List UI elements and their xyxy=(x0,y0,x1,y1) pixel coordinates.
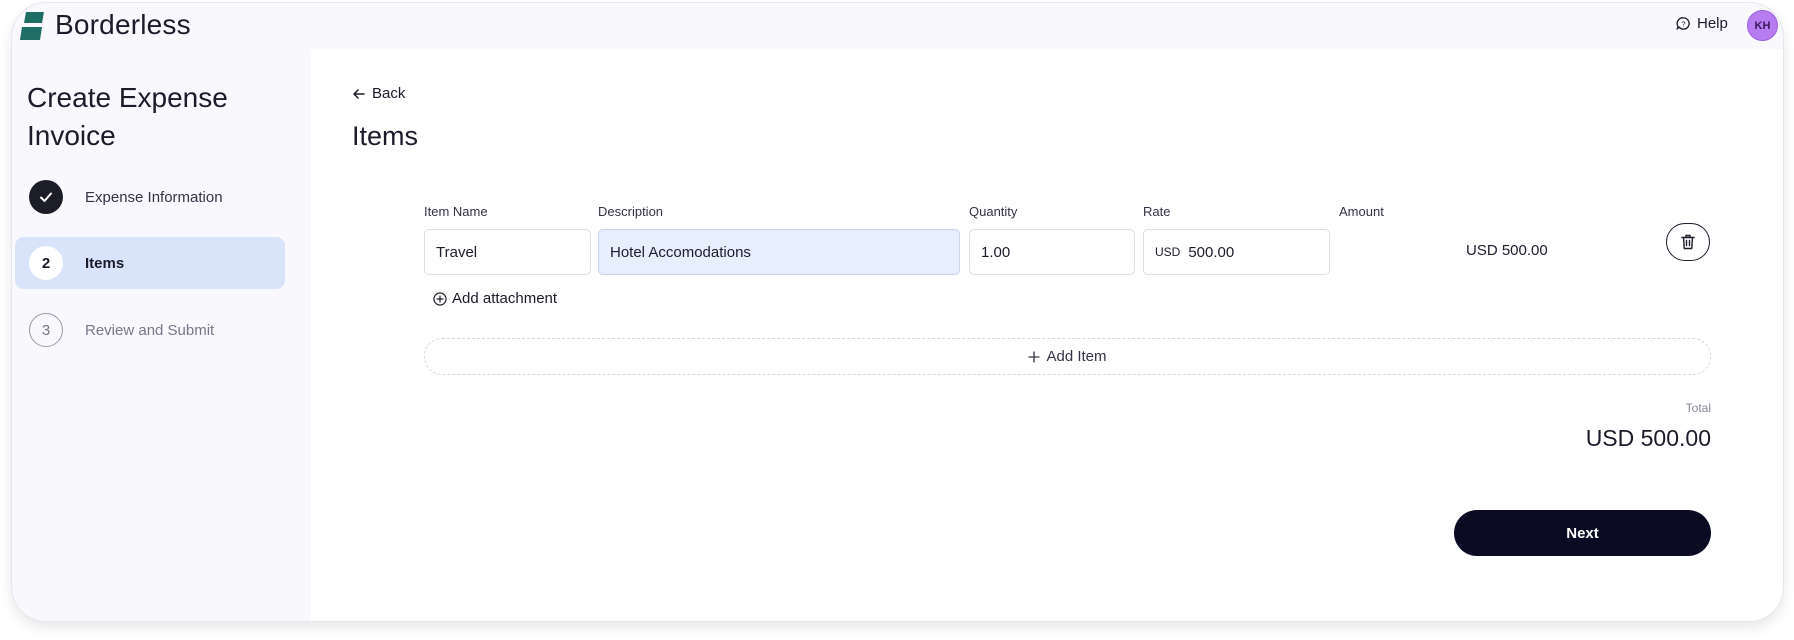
step-items[interactable]: 2 Items xyxy=(15,237,285,289)
arrow-left-icon xyxy=(353,88,365,99)
step-label: Expense Information xyxy=(85,188,223,206)
step-expense-information[interactable]: Expense Information xyxy=(15,171,285,223)
total-label: Total xyxy=(1685,401,1711,415)
delete-item-button[interactable] xyxy=(1666,223,1710,261)
item-name-field[interactable]: Travel xyxy=(424,229,591,275)
help-link[interactable]: ? Help xyxy=(1676,15,1728,32)
step-review-and-submit[interactable]: 3 Review and Submit xyxy=(15,304,285,356)
column-label-description: Description xyxy=(598,204,664,219)
column-label-rate: Rate xyxy=(1143,204,1171,219)
rate-currency-prefix: USD xyxy=(1155,245,1181,259)
step-label: Items xyxy=(85,254,125,272)
trash-icon xyxy=(1681,234,1695,250)
help-label: Help xyxy=(1697,15,1728,32)
description-value: Hotel Accomodations xyxy=(610,243,751,261)
quantity-value: 1.00 xyxy=(981,243,1011,261)
page-title: Create Expense Invoice xyxy=(27,82,228,151)
step-number: 2 xyxy=(29,246,63,280)
add-attachment-button[interactable]: Add attachment xyxy=(433,290,557,307)
plus-circle-icon xyxy=(433,291,447,306)
description-field[interactable]: Hotel Accomodations xyxy=(598,229,960,275)
add-attachment-label: Add attachment xyxy=(452,290,558,307)
rate-field[interactable]: USD 500.00 xyxy=(1143,229,1330,275)
step-label: Review and Submit xyxy=(85,321,215,339)
step-completed-badge xyxy=(29,180,63,214)
app-window: Borderless ? Help KH Create Expense Invo… xyxy=(12,3,1783,621)
check-icon xyxy=(40,192,52,202)
item-name-value: Travel xyxy=(436,243,478,261)
section-title: Items xyxy=(352,121,419,151)
column-label-amount: Amount xyxy=(1339,204,1384,219)
step-number: 3 xyxy=(29,313,63,347)
add-item-label: Add Item xyxy=(1046,348,1107,365)
brand-name: Borderless xyxy=(55,9,191,40)
column-label-item-name: Item Name xyxy=(424,204,488,219)
add-item-button[interactable]: Add Item xyxy=(424,338,1711,375)
total-value: USD 500.00 xyxy=(1585,425,1711,451)
back-label: Back xyxy=(372,85,406,102)
next-button[interactable]: Next xyxy=(1454,510,1711,556)
main-panel: Back Items Item Name Description Quantit… xyxy=(311,49,1783,621)
borderless-logo xyxy=(20,12,44,40)
column-label-quantity: Quantity xyxy=(969,204,1018,219)
amount-value: USD 500.00 xyxy=(1466,242,1548,259)
back-link[interactable]: Back xyxy=(352,85,405,102)
quantity-field[interactable]: 1.00 xyxy=(969,229,1135,275)
svg-text:?: ? xyxy=(1681,19,1685,28)
help-chat-icon: ? xyxy=(1676,17,1690,31)
plus-icon xyxy=(1028,350,1041,363)
user-avatar[interactable]: KH xyxy=(1747,10,1778,41)
rate-value: 500.00 xyxy=(1188,243,1235,261)
